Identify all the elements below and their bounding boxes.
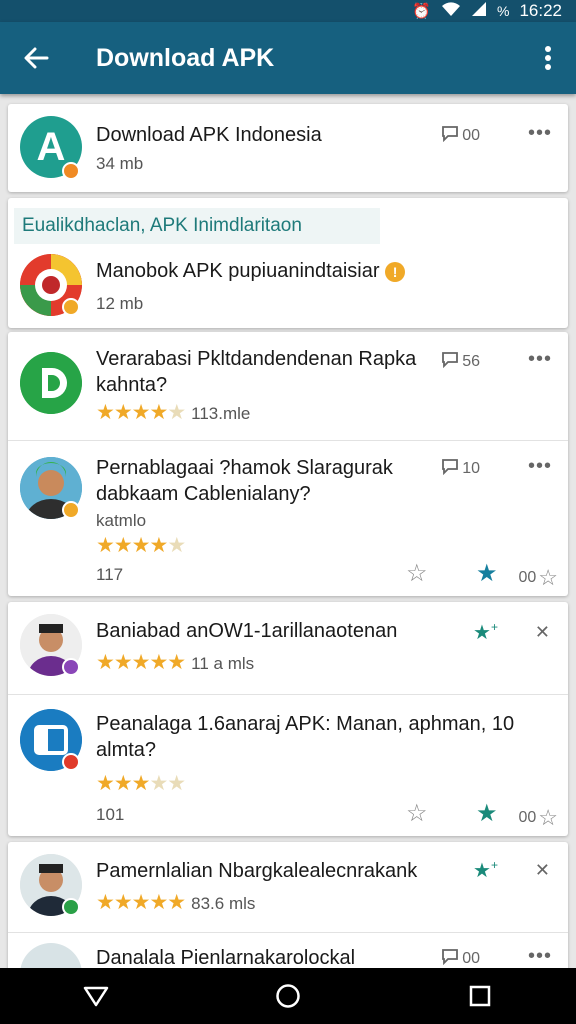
app-title: Baniabad anOW1-1arillanaotenan [96, 620, 398, 642]
status-badge [62, 658, 80, 676]
wifi-icon [441, 1, 461, 21]
status-badge [62, 298, 80, 316]
app-card-group: Pamernlalian Nbargkalealecnrakank ★★★★★ 8… [8, 842, 568, 968]
app-title: Manobok APK pupiuanindtaisiar ! [96, 258, 406, 284]
rating-stars: ★★★★★ 113.mle [96, 401, 251, 424]
list-item[interactable]: Baniabad anOW1-1arillanaotenan ★★★★★ 11 a… [8, 602, 568, 694]
overflow-menu-button[interactable] [520, 22, 576, 94]
status-time: 16:22 [519, 1, 562, 20]
app-title: Download APK Indonesia [96, 124, 322, 146]
star-outline-icon[interactable]: ☆ [406, 799, 428, 828]
star-half-icon: ★ [167, 534, 186, 557]
status-badge [62, 162, 80, 180]
app-list: A Download APK Indonesia 34 mb 00 ••• Eu… [0, 94, 576, 968]
comment-count[interactable]: 00 [440, 124, 480, 147]
rating-stars: ★★★★★ 83.6 mls [96, 891, 256, 914]
cell-signal-icon [471, 1, 487, 21]
close-icon[interactable]: ✕ [535, 622, 550, 643]
app-card-group: Baniabad anOW1-1arillanaotenan ★★★★★ 11 a… [8, 602, 568, 836]
nav-home-button[interactable] [258, 968, 318, 1024]
system-nav-bar [0, 968, 576, 1024]
signal-percent: % [497, 3, 510, 19]
app-card-top[interactable]: A Download APK Indonesia 34 mb 00 ••• [8, 104, 568, 192]
comment-icon [440, 947, 460, 968]
star-filled-icon[interactable]: ★ [476, 799, 498, 828]
star-icon: ★★★★ [96, 401, 168, 424]
comment-count[interactable]: 00 [440, 947, 480, 968]
star-icon: ★★★ [96, 772, 150, 795]
app-avatar [20, 352, 82, 414]
star-empty-icon: ★★ [149, 772, 186, 795]
favorite-count[interactable]: 00 ☆ [518, 805, 558, 831]
nav-recents-button[interactable] [450, 968, 510, 1024]
app-subtitle: katmlo [96, 511, 147, 530]
rating-stars: ★★★★★ [96, 771, 186, 796]
app-title: Pernablagaai ?hamok Slaragurak dabkaam C… [96, 457, 393, 505]
comment-icon [440, 457, 460, 480]
comment-count[interactable]: 56 [440, 350, 480, 373]
more-options-icon[interactable]: ••• [528, 455, 552, 478]
add-favorite-icon[interactable]: ★+ [473, 620, 498, 645]
list-item[interactable]: Danalala Pienlarnakarolockal 00 ••• [8, 932, 568, 968]
app-title: Peanalaga 1.6anaraj APK: Manan, aphman, … [96, 713, 515, 761]
section-header: Eualikdhaclan, APK Inimdlaritaon [14, 208, 380, 244]
more-options-icon[interactable]: ••• [528, 348, 552, 371]
app-title: Pamernlalian Nbargkalealecnrakank [96, 860, 418, 882]
list-item[interactable]: Verarabasi Pkltdandendenan Rapka kahnta?… [8, 332, 568, 440]
app-title: Danalala Pienlarnakarolockal [96, 947, 356, 968]
recents-square-icon [469, 985, 491, 1007]
list-item[interactable]: Pamernlalian Nbargkalealecnrakank ★★★★★ 8… [8, 842, 568, 932]
star-outline-icon[interactable]: ☆ [406, 559, 428, 588]
app-card-group: Verarabasi Pkltdandendenan Rapka kahnta?… [8, 332, 568, 596]
app-bar: Download APK [0, 22, 576, 94]
back-button[interactable] [0, 22, 72, 94]
nav-back-button[interactable] [66, 968, 126, 1024]
app-avatar [20, 943, 82, 968]
app-size: 34 mb [96, 154, 144, 173]
app-size: 12 mb [96, 294, 144, 313]
rating-stars: ★★★★★ 11 a mls [96, 651, 255, 674]
close-icon[interactable]: ✕ [535, 860, 550, 881]
star-outline-icon: ☆ [538, 565, 558, 590]
home-circle-icon [276, 984, 300, 1008]
more-vert-icon [545, 46, 551, 70]
warning-icon: ! [385, 262, 406, 282]
status-badge [62, 753, 80, 771]
more-options-icon[interactable]: ••• [528, 945, 552, 968]
app-title: Verarabasi Pkltdandendenan Rapka kahnta? [96, 348, 417, 396]
star-filled-icon[interactable]: ★ [476, 559, 498, 588]
comment-count[interactable]: 10 [440, 457, 480, 480]
star-outline-icon: ☆ [538, 805, 558, 830]
status-badge [62, 501, 80, 519]
status-badge [62, 898, 80, 916]
star-icon: ★★★★ [96, 534, 168, 557]
back-arrow-icon [24, 47, 49, 69]
comment-icon [440, 124, 460, 147]
star-icon: ★★★★★ [96, 891, 186, 914]
status-bar: ⏰ % 16:22 [0, 0, 576, 22]
more-options-icon[interactable]: ••• [528, 122, 552, 145]
featured-section: Eualikdhaclan, APK Inimdlaritaon Manobok… [8, 198, 568, 328]
comment-icon [440, 350, 460, 373]
triangle-back-icon [83, 986, 109, 1007]
app-size: 117 [96, 565, 124, 584]
add-favorite-icon[interactable]: ★+ [473, 858, 498, 883]
list-item[interactable]: Peanalaga 1.6anaraj APK: Manan, aphman, … [8, 694, 568, 836]
alarm-icon: ⏰ [412, 3, 431, 20]
rating-stars: ★★★★★ [96, 533, 186, 558]
star-half-icon: ★ [167, 401, 186, 424]
list-item[interactable]: Pernablagaai ?hamok Slaragurak dabkaam C… [8, 440, 568, 596]
star-icon: ★★★★★ [96, 651, 186, 674]
page-title: Download APK [96, 43, 275, 72]
favorite-count[interactable]: 00 ☆ [518, 565, 558, 591]
app-size: 101 [96, 805, 125, 824]
